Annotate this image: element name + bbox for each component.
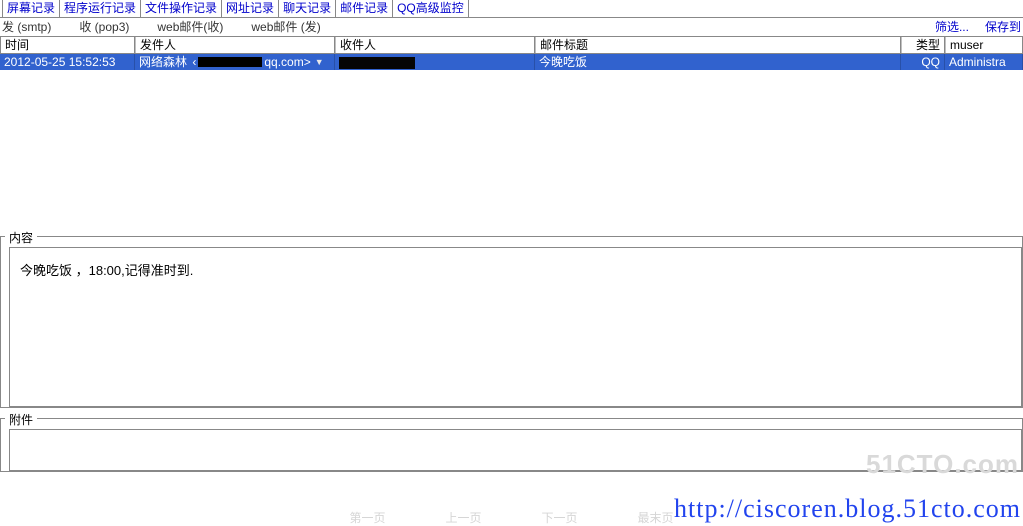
table-row[interactable]: 2012-05-25 15:52:53 网络森林 ‹ qq.com> ▼ 今晚吃… xyxy=(0,54,1023,70)
subtab-websend[interactable]: web邮件 (发) xyxy=(249,18,332,36)
chevron-down-icon[interactable]: ▼ xyxy=(315,54,324,70)
watermark: 51CTO.com xyxy=(866,449,1019,480)
cell-time: 2012-05-25 15:52:53 xyxy=(0,54,135,70)
mail-body: 今晚吃饭 ，18:00,记得准时到. xyxy=(20,263,193,278)
mail-table-header: 时间 发件人 收件人 邮件标题 类型 muser xyxy=(0,36,1023,54)
content-fieldset: 内容 今晚吃饭 ，18:00,记得准时到. xyxy=(0,236,1023,408)
tab-mail[interactable]: 邮件记录 xyxy=(336,0,393,17)
subtab-smtp[interactable]: 发 (smtp) xyxy=(0,18,63,36)
content-label: 内容 xyxy=(5,229,37,246)
col-time[interactable]: 时间 xyxy=(0,37,135,53)
col-type[interactable]: 类型 xyxy=(901,37,945,53)
sub-tabs-row: 发 (smtp) 收 (pop3) web邮件(收) web邮件 (发) 筛选.… xyxy=(0,18,1023,36)
filter-link[interactable]: 筛选... xyxy=(935,18,969,36)
url-overlay: http://ciscoren.blog.51cto.com xyxy=(674,494,1021,524)
top-tabs: 屏幕记录 程序运行记录 文件操作记录 网址记录 聊天记录 邮件记录 QQ高级监控 xyxy=(0,0,1023,18)
from-name: 网络森林 xyxy=(139,54,187,70)
subtab-pop3[interactable]: 收 (pop3) xyxy=(77,18,141,36)
from-domain: qq.com> xyxy=(264,54,310,70)
pager-next[interactable]: 下一页 xyxy=(542,509,578,526)
tab-screen[interactable]: 屏幕记录 xyxy=(2,0,60,17)
tab-file[interactable]: 文件操作记录 xyxy=(141,0,222,17)
cell-subject: 今晚吃饭 xyxy=(535,54,901,70)
tab-chat[interactable]: 聊天记录 xyxy=(279,0,336,17)
cell-muser: Administra xyxy=(945,54,1023,70)
col-muser[interactable]: muser xyxy=(945,37,1023,53)
redacted-to xyxy=(339,57,415,69)
tab-url[interactable]: 网址记录 xyxy=(222,0,279,17)
content-box: 今晚吃饭 ，18:00,记得准时到. xyxy=(9,247,1022,407)
attach-label: 附件 xyxy=(5,411,37,428)
pager-first[interactable]: 第一页 xyxy=(349,509,385,526)
col-subject[interactable]: 邮件标题 xyxy=(535,37,901,53)
tab-qq[interactable]: QQ高级监控 xyxy=(393,0,469,17)
col-from[interactable]: 发件人 xyxy=(135,37,335,53)
cell-to xyxy=(335,54,535,70)
subtab-webrecv[interactable]: web邮件(收) xyxy=(155,18,235,36)
cell-from: 网络森林 ‹ qq.com> ▼ xyxy=(135,54,335,70)
col-to[interactable]: 收件人 xyxy=(335,37,535,53)
tab-process[interactable]: 程序运行记录 xyxy=(60,0,141,17)
save-link[interactable]: 保存到 xyxy=(985,18,1021,36)
cell-type: QQ xyxy=(901,54,945,70)
pager-last[interactable]: 最末页 xyxy=(638,509,674,526)
redacted-email xyxy=(198,57,262,67)
pager-prev[interactable]: 上一页 xyxy=(445,509,481,526)
